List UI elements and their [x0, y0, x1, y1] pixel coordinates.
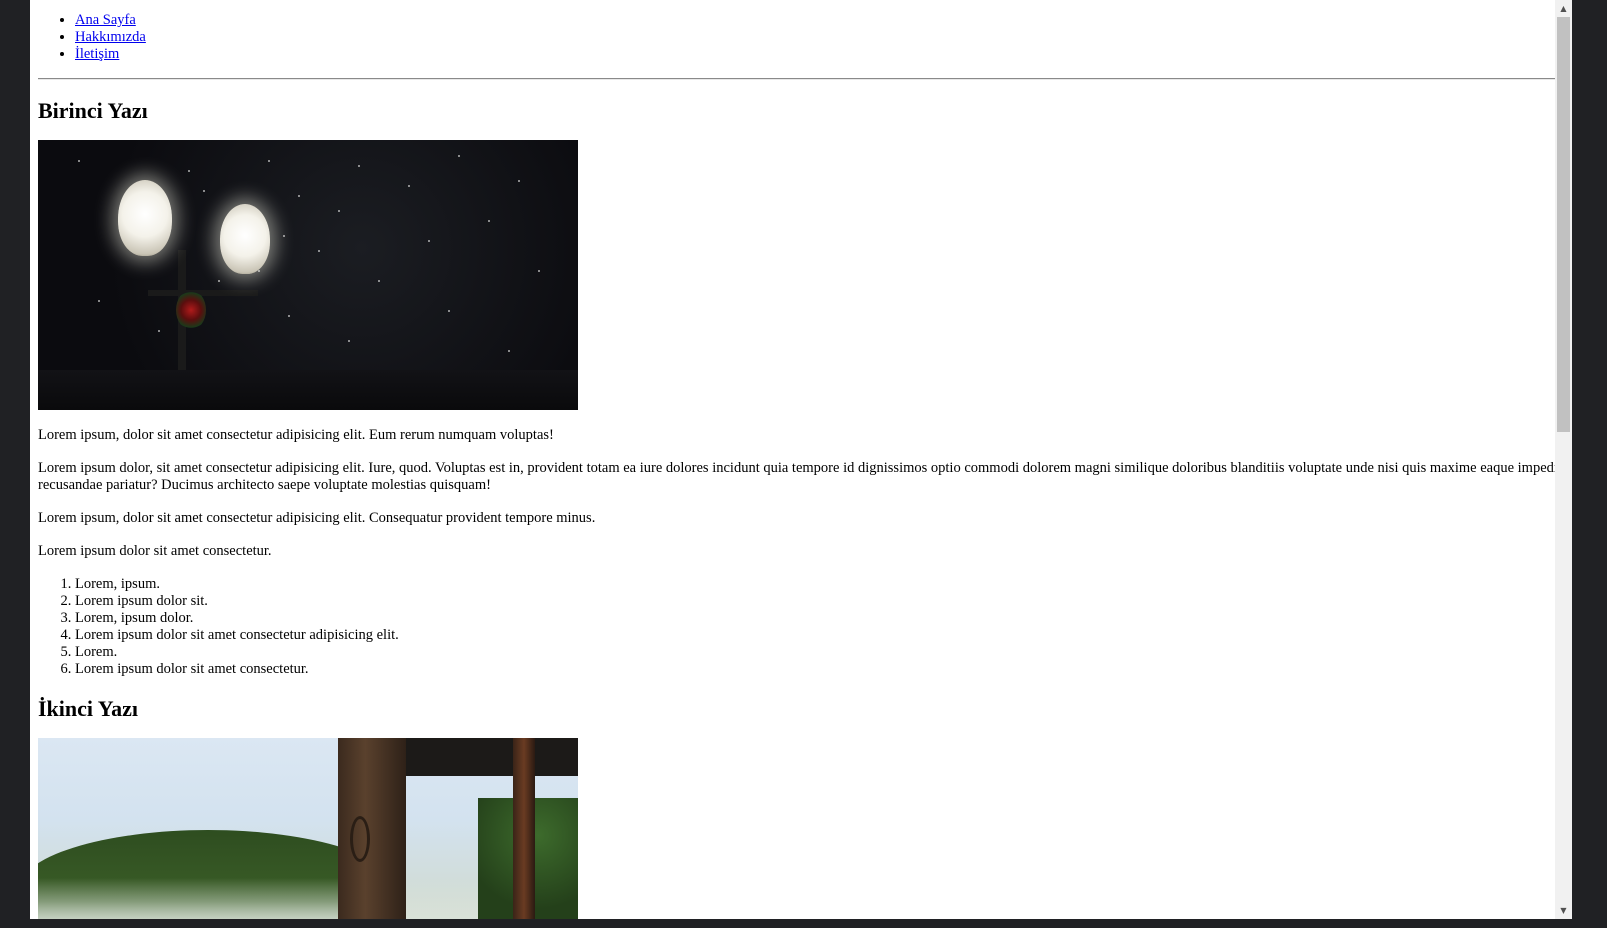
browser-viewport: Ana Sayfa Hakkımızda İletişim Birinci Ya… [30, 0, 1572, 919]
nav-item-contact: İletişim [75, 46, 1564, 63]
list-item: Lorem ipsum dolor sit amet consectetur. [75, 661, 1564, 678]
nav-link-contact[interactable]: İletişim [75, 46, 119, 62]
nav-item-home: Ana Sayfa [75, 12, 1564, 29]
list-item: Lorem. [75, 644, 1564, 661]
lamp-right [220, 204, 270, 274]
post-1-list: Lorem, ipsum. Lorem ipsum dolor sit. Lor… [38, 576, 1564, 678]
list-item: Lorem ipsum dolor sit amet consectetur a… [75, 627, 1564, 644]
list-item: Lorem, ipsum dolor. [75, 610, 1564, 627]
post-2-image [38, 738, 578, 919]
post-1-paragraph: Lorem ipsum, dolor sit amet consectetur … [38, 510, 596, 526]
main-nav: Ana Sayfa Hakkımızda İletişim [38, 12, 1564, 63]
post-1-title: Birinci Yazı [38, 98, 148, 123]
nav-item-about: Hakkımızda [75, 29, 1564, 46]
page-content: Ana Sayfa Hakkımızda İletişim Birinci Ya… [30, 0, 1572, 919]
nav-link-about[interactable]: Hakkımızda [75, 29, 146, 45]
lamp-left [118, 180, 172, 256]
vertical-scrollbar[interactable]: ▲ ▼ [1555, 0, 1572, 919]
post-1-paragraph: Lorem ipsum, dolor sit amet consectetur … [38, 427, 554, 443]
list-item: Lorem, ipsum. [75, 576, 1564, 593]
scrollbar-thumb[interactable] [1557, 17, 1570, 432]
scroll-up-icon[interactable]: ▲ [1555, 0, 1572, 17]
post-1-paragraph: Lorem ipsum dolor sit amet consectetur. [38, 543, 272, 559]
nav-divider [38, 78, 1564, 80]
post-1-image [38, 140, 578, 410]
nav-link-home[interactable]: Ana Sayfa [75, 12, 136, 28]
scroll-down-icon[interactable]: ▼ [1555, 902, 1572, 919]
list-item: Lorem ipsum dolor sit. [75, 593, 1564, 610]
post-2-title: İkinci Yazı [38, 696, 139, 721]
post-1-paragraph: Lorem ipsum dolor, sit amet consectetur … [38, 460, 1562, 493]
